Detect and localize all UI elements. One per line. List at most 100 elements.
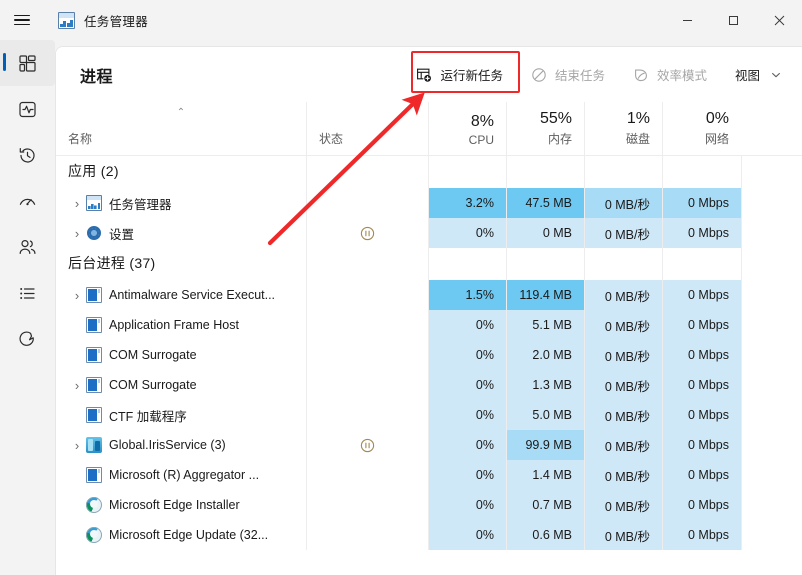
navigation-rail: [0, 40, 55, 575]
process-status-cell: [306, 400, 428, 430]
process-disk-value: 0 MB/秒: [605, 376, 650, 395]
process-icon: [86, 527, 102, 543]
expand-chevron-icon[interactable]: ›: [68, 226, 86, 241]
process-cpu-cell: 0%: [428, 400, 506, 430]
process-memory-value: 99.9 MB: [525, 438, 572, 452]
column-header-network[interactable]: 0% 网络: [662, 102, 741, 156]
column-header-disk-label: 磁盘: [626, 130, 662, 156]
hamburger-menu-icon[interactable]: [0, 0, 44, 40]
process-status-cell: [306, 370, 428, 400]
column-separator: [662, 156, 663, 550]
process-icon: [86, 497, 102, 513]
window-title-group: 任务管理器: [58, 11, 148, 30]
process-disk-cell: 0 MB/秒: [584, 188, 662, 218]
close-button[interactable]: [756, 0, 802, 40]
maximize-button[interactable]: [710, 0, 756, 40]
process-network-value: 0 Mbps: [688, 498, 729, 512]
suspended-pause-icon: [360, 226, 375, 241]
sidebar-item-users[interactable]: [0, 224, 55, 270]
sidebar-item-performance[interactable]: [0, 86, 55, 132]
process-cpu-value: 0%: [476, 528, 494, 542]
process-cpu-cell: 0%: [428, 340, 506, 370]
column-header-memory-pct: 55%: [540, 111, 584, 130]
process-name: 任务管理器: [109, 194, 172, 213]
end-task-button[interactable]: 结束任务: [520, 59, 616, 91]
expand-chevron-icon[interactable]: ›: [68, 196, 86, 211]
sidebar-item-services[interactable]: [0, 316, 55, 362]
toolbar-actions: 运行新任务 结束任务: [405, 47, 792, 102]
process-network-value: 0 Mbps: [688, 438, 729, 452]
process-disk-value: 0 MB/秒: [605, 224, 650, 243]
process-memory-cell: 1.3 MB: [506, 370, 584, 400]
process-network-cell: 0 Mbps: [662, 490, 741, 520]
process-disk-value: 0 MB/秒: [605, 526, 650, 545]
process-memory-cell: 5.1 MB: [506, 310, 584, 340]
process-disk-cell: 0 MB/秒: [584, 370, 662, 400]
efficiency-mode-button[interactable]: 效率模式: [622, 59, 718, 91]
table-row[interactable]: › 任务管理器 3.2%47.5 MB0 MB/秒 0 Mbps: [56, 188, 802, 218]
column-header-memory[interactable]: 55% 内存: [506, 102, 584, 156]
process-network-cell: 0 Mbps: [662, 340, 741, 370]
performance-icon: [18, 100, 37, 119]
process-memory-value: 1.4 MB: [532, 468, 572, 482]
process-disk-cell: 0 MB/秒: [584, 280, 662, 310]
table-row[interactable]: COM Surrogate0%2.0 MB0 MB/秒0 Mbps: [56, 340, 802, 370]
column-separator: [506, 156, 507, 550]
process-network-cell: 0 Mbps: [662, 310, 741, 340]
column-header-cpu[interactable]: 8% CPU: [428, 102, 506, 156]
process-network-value: 0 Mbps: [688, 528, 729, 542]
column-separator: [306, 156, 307, 550]
process-name: Microsoft (R) Aggregator ...: [109, 468, 259, 482]
process-name: COM Surrogate: [109, 348, 197, 362]
process-cpu-cell: 3.2%: [428, 188, 506, 218]
table-row[interactable]: ›Global.IrisService (3)0%99.9 MB0 MB/秒0 …: [56, 430, 802, 460]
process-cpu-value: 1.5%: [466, 288, 495, 302]
process-network-value: 0 Mbps: [688, 288, 729, 302]
process-memory-cell: 47.5 MB: [506, 188, 584, 218]
column-header-status[interactable]: 状态: [306, 102, 428, 156]
table-row[interactable]: Microsoft Edge Update (32...0%0.6 MB0 MB…: [56, 520, 802, 550]
table-row[interactable]: ›COM Surrogate0%1.3 MB0 MB/秒0 Mbps: [56, 370, 802, 400]
suspended-pause-icon: [360, 438, 375, 453]
minimize-button[interactable]: [664, 0, 710, 40]
process-table-body[interactable]: 应用 (2)›任务管理器3.2%47.5 MB0 MB/秒0 Mbps›设置0%…: [56, 156, 802, 550]
sidebar-item-startup-apps[interactable]: [0, 178, 55, 224]
process-name-cell: ›Global.IrisService (3): [56, 430, 306, 460]
table-row[interactable]: CTF 加载程序0%5.0 MB0 MB/秒0 Mbps: [56, 400, 802, 430]
process-network-value: 0 Mbps: [688, 196, 729, 210]
process-cpu-value: 0%: [476, 498, 494, 512]
process-cpu-cell: 0%: [428, 310, 506, 340]
table-row[interactable]: Microsoft Edge Installer0%0.7 MB0 MB/秒0 …: [56, 490, 802, 520]
process-memory-cell: 5.0 MB: [506, 400, 584, 430]
process-disk-cell: 0 MB/秒: [584, 520, 662, 550]
expand-chevron-icon[interactable]: ›: [68, 438, 86, 453]
sidebar-item-app-history[interactable]: [0, 132, 55, 178]
process-name: COM Surrogate: [109, 378, 197, 392]
sort-ascending-caret: ⌃: [56, 108, 306, 118]
gauge-icon: [18, 192, 37, 211]
table-row[interactable]: ›设置0%0 MB0 MB/秒0 Mbps: [56, 218, 802, 248]
list-icon: [18, 284, 37, 303]
process-cpu-value: 0%: [476, 438, 494, 452]
column-header-name[interactable]: ⌃ 名称: [56, 102, 306, 156]
table-row[interactable]: ›Antimalware Service Execut...1.5%119.4 …: [56, 280, 802, 310]
process-group-header[interactable]: 后台进程 (37): [56, 248, 802, 280]
column-header-disk[interactable]: 1% 磁盘: [584, 102, 662, 156]
column-header-cpu-pct: 8%: [471, 114, 506, 133]
process-group-header[interactable]: 应用 (2): [56, 156, 802, 188]
process-icon: [86, 287, 102, 303]
expand-chevron-icon[interactable]: ›: [68, 288, 86, 303]
view-button[interactable]: 视图: [724, 59, 792, 91]
process-disk-cell: 0 MB/秒: [584, 460, 662, 490]
run-new-task-button[interactable]: 运行新任务: [405, 59, 514, 91]
process-cpu-cell: 0%: [428, 520, 506, 550]
process-network-cell: 0 Mbps: [662, 400, 741, 430]
process-network-cell: 0 Mbps: [662, 188, 741, 218]
process-status-cell: [306, 340, 428, 370]
expand-chevron-icon[interactable]: ›: [68, 378, 86, 393]
table-row[interactable]: Microsoft (R) Aggregator ...0%1.4 MB0 MB…: [56, 460, 802, 490]
sidebar-item-processes[interactable]: [0, 40, 55, 86]
process-network-value: 0 Mbps: [688, 468, 729, 482]
table-row[interactable]: Application Frame Host0%5.1 MB0 MB/秒0 Mb…: [56, 310, 802, 340]
sidebar-item-details[interactable]: [0, 270, 55, 316]
